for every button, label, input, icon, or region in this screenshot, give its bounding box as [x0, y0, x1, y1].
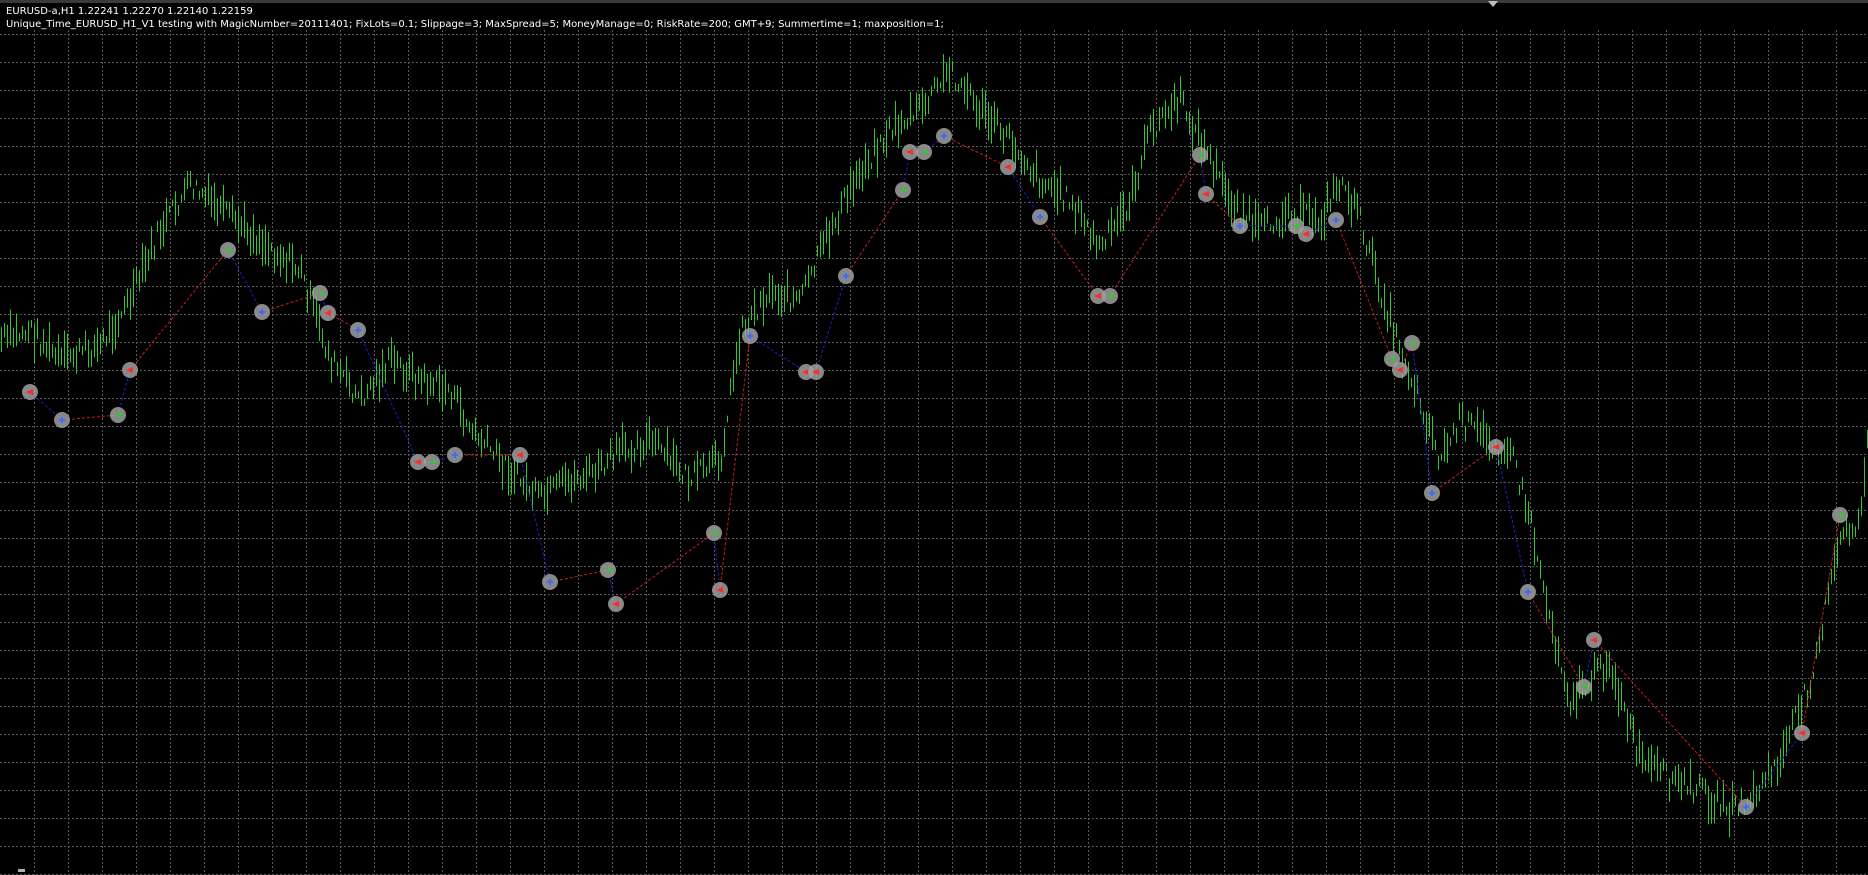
sell-marker-icon[interactable] [1794, 725, 1810, 741]
sell-marker-icon[interactable] [122, 362, 138, 378]
sell-marker-icon[interactable] [512, 447, 528, 463]
buy-marker-icon[interactable] [54, 412, 70, 428]
trade-connector-line [227, 249, 263, 313]
trade-connector-line [815, 275, 847, 373]
trade-connector-line [1495, 446, 1529, 593]
trade-connector-line [615, 532, 715, 605]
buy-marker-icon[interactable] [742, 328, 758, 344]
sell-marker-icon[interactable] [22, 384, 38, 400]
close-marker-icon[interactable] [916, 144, 932, 160]
close-marker-icon[interactable] [220, 242, 236, 258]
price-bars [1, 54, 1868, 838]
buy-marker-icon[interactable] [254, 304, 270, 320]
trade-connector-line [61, 414, 119, 421]
symbol-price-label: EURUSD-a,H1 1.22241 1.22270 1.22140 1.22… [6, 6, 253, 17]
trade-connector-line [261, 292, 321, 313]
buy-marker-icon[interactable] [542, 574, 558, 590]
close-marker-icon[interactable] [312, 285, 328, 301]
close-marker-icon[interactable] [1576, 679, 1592, 695]
buy-marker-icon[interactable] [350, 322, 366, 338]
sell-marker-icon[interactable] [1586, 632, 1602, 648]
trade-connector-line [713, 532, 721, 591]
trade-connector-line [129, 249, 229, 371]
buy-marker-icon[interactable] [1424, 485, 1440, 501]
close-marker-icon[interactable] [706, 525, 722, 541]
buy-marker-icon[interactable] [1232, 218, 1248, 234]
sell-marker-icon[interactable] [410, 454, 426, 470]
buy-marker-icon[interactable] [838, 268, 854, 284]
close-marker-icon[interactable] [424, 454, 440, 470]
buy-marker-icon[interactable] [447, 447, 463, 463]
chart-window[interactable]: EURUSD-a,H1 1.22241 1.22270 1.22140 1.22… [0, 0, 1868, 875]
trade-connector-line [1039, 216, 1099, 297]
sell-marker-icon[interactable] [1392, 362, 1408, 378]
sell-marker-icon[interactable] [902, 144, 918, 160]
buy-marker-icon[interactable] [1032, 209, 1048, 225]
close-marker-icon[interactable] [600, 562, 616, 578]
close-marker-icon[interactable] [895, 182, 911, 198]
price-chart-canvas[interactable] [0, 0, 1868, 875]
buy-marker-icon[interactable] [1520, 584, 1536, 600]
trade-connector-line [749, 335, 807, 373]
sell-marker-icon[interactable] [712, 582, 728, 598]
sell-marker-icon[interactable] [320, 305, 336, 321]
trade-connector-line [1527, 591, 1585, 688]
sell-marker-icon[interactable] [608, 596, 624, 612]
chart-shift-marker-icon[interactable] [1488, 1, 1498, 7]
period-separator-marker [18, 869, 25, 872]
sell-marker-icon[interactable] [1198, 186, 1214, 202]
sell-marker-icon[interactable] [1000, 159, 1016, 175]
close-marker-icon[interactable] [1192, 147, 1208, 163]
trade-connector-line [519, 454, 551, 583]
trade-connector-line [943, 135, 1009, 168]
trade-connector-line [1431, 446, 1497, 494]
trade-connector-line [1745, 732, 1803, 808]
close-marker-icon[interactable] [1832, 507, 1848, 523]
buy-marker-icon[interactable] [1328, 212, 1344, 228]
trade-connector-line [719, 335, 751, 591]
trade-markers [22, 128, 1848, 815]
buy-marker-icon[interactable] [936, 128, 952, 144]
buy-marker-icon[interactable] [1738, 799, 1754, 815]
close-marker-icon[interactable] [110, 407, 126, 423]
close-marker-icon[interactable] [1404, 335, 1420, 351]
trade-connector-line [845, 189, 904, 277]
sell-marker-icon[interactable] [808, 364, 824, 380]
close-marker-icon[interactable] [1102, 288, 1118, 304]
chart-grid [0, 30, 1868, 875]
expert-advisor-status-label: Unique_Time_EURUSD_H1_V1 testing with Ma… [6, 19, 944, 30]
window-top-border [0, 0, 1868, 3]
sell-marker-icon[interactable] [1298, 226, 1314, 242]
sell-marker-icon[interactable] [1488, 439, 1504, 455]
